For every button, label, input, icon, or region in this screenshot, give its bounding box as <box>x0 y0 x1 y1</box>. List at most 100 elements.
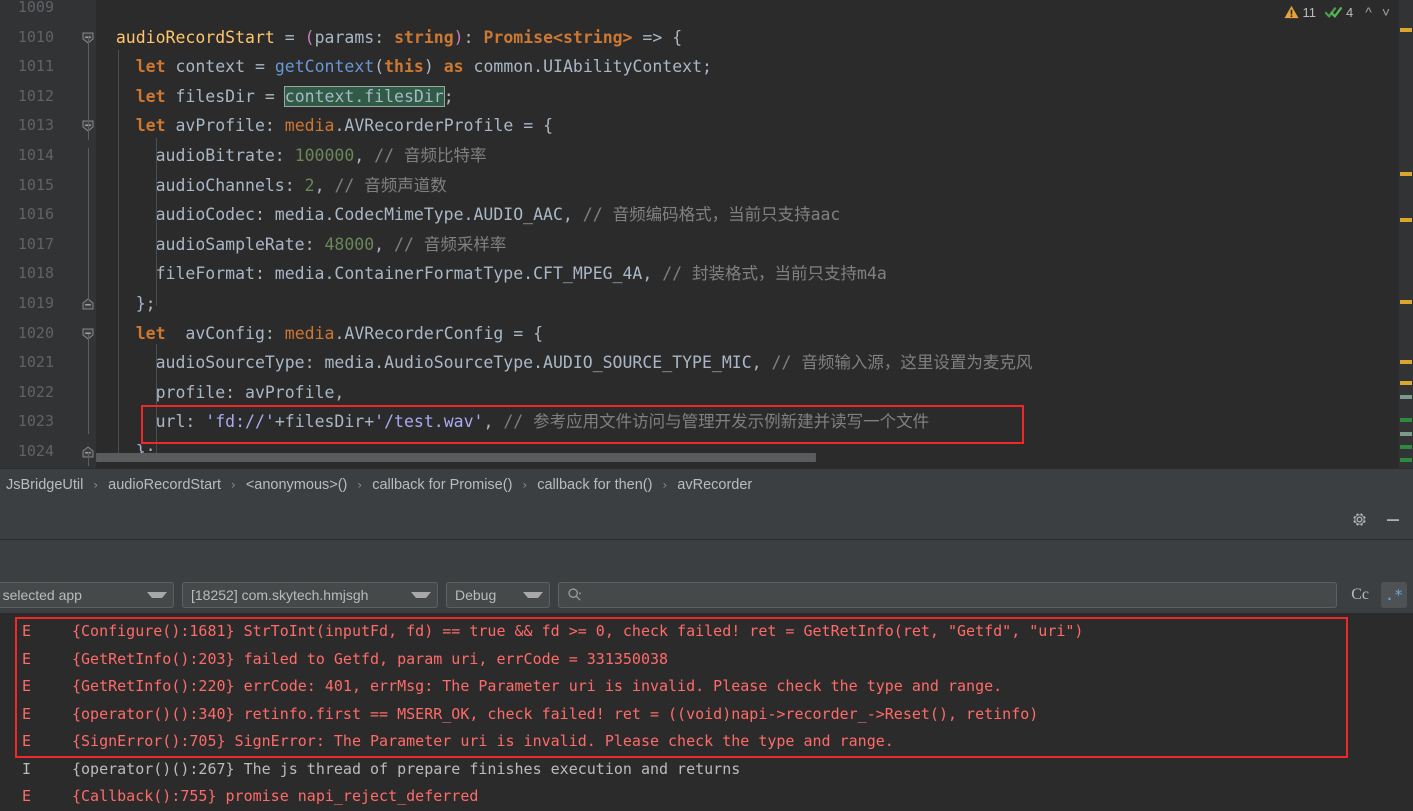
log-search-input[interactable] <box>587 586 1329 603</box>
code-token: let <box>135 86 166 106</box>
editor-marker[interactable] <box>1400 218 1412 222</box>
breadcrumb-separator: › <box>93 477 99 492</box>
app-filter-dropdown[interactable]: of selected app <box>0 581 174 608</box>
log-entry[interactable]: E {Configure():1681} StrToInt(inputFd, fd… <box>0 618 1083 646</box>
line-number: 1015 <box>17 175 54 194</box>
breadcrumb-item[interactable]: audioRecordStart <box>104 477 225 493</box>
code-line[interactable]: fileFormat: media.ContainerFormatType.CF… <box>96 259 887 289</box>
warning-triangle-icon <box>1283 5 1299 19</box>
line-number: 1024 <box>17 442 54 460</box>
breadcrumb-item[interactable]: <anonymous>() <box>242 477 352 493</box>
code-editor[interactable]: 1009 1010 1011 1012 1013 1014 1015 1016 1017 1018… <box>0 0 1413 468</box>
log-entry[interactable]: E {SignError():705} SignError: The Parame… <box>0 728 894 756</box>
editor-marker[interactable] <box>1400 300 1412 304</box>
log-level-value: Debug <box>455 586 497 603</box>
inspection-widget[interactable]: 11 4 ^ ˅ <box>1278 0 1400 24</box>
code-token: context = <box>165 57 275 77</box>
chevron-down-icon[interactable]: ˅ <box>1379 4 1393 20</box>
chevron-down-icon <box>147 591 167 598</box>
regex-button[interactable]: .* <box>1381 581 1407 608</box>
log-entry[interactable]: I {operator()():267} The js thread of pre… <box>0 756 740 784</box>
breadcrumb-item[interactable]: callback for Promise() <box>368 477 516 493</box>
chevron-down-icon <box>523 591 543 598</box>
code-line[interactable]: let context = getContext(this) as common… <box>96 52 712 82</box>
line-number: 1018 <box>17 264 54 283</box>
code-line[interactable]: audioRecordStart = (params: string): Pro… <box>96 23 682 53</box>
code-token: avConfig: <box>165 323 285 343</box>
indent-guide <box>118 50 119 454</box>
editor-marker[interactable] <box>1400 360 1412 364</box>
code-line[interactable]: audioCodec: media.CodecMimeType.AUDIO_AA… <box>96 200 841 230</box>
log-entry[interactable]: E {Callback():755} promise napi_reject_de… <box>0 783 478 811</box>
code-line[interactable]: audioChannels: 2, // 音频声道数 <box>96 171 447 201</box>
breadcrumb-item[interactable]: JsBridgeUtil <box>2 477 87 493</box>
code-line[interactable]: profile: avProfile, <box>96 378 345 408</box>
log-console[interactable]: E {Configure():1681} StrToInt(inputFd, fd… <box>0 613 1413 811</box>
code-line[interactable]: url: 'fd://'+filesDir+'/test.wav', // 参考… <box>96 407 930 437</box>
code-token: profile: avProfile, <box>96 382 345 402</box>
code-text-area[interactable]: audioRecordStart = (params: string): Pro… <box>96 0 1413 468</box>
log-search-box[interactable] <box>558 581 1338 608</box>
editor-marker[interactable] <box>1400 381 1412 385</box>
code-line[interactable]: audioSourceType: media.AudioSourceType.A… <box>96 348 1033 378</box>
log-entry[interactable]: E {GetRetInfo():203} failed to Getfd, par… <box>0 646 668 674</box>
code-token: .AVRecorderConfig = <box>334 323 534 343</box>
code-token: ) <box>423 57 434 77</box>
code-token: common.UIAbilityContext; <box>463 57 712 77</box>
editor-marker[interactable] <box>1400 445 1412 449</box>
editor-marker[interactable] <box>1400 395 1412 399</box>
breadcrumb-item[interactable]: callback for then() <box>533 477 656 493</box>
editor-marker-strip[interactable] <box>1399 0 1413 468</box>
code-line[interactable]: audioBitrate: 100000, // 音频比特率 <box>96 141 487 171</box>
code-line[interactable]: }; <box>96 289 156 319</box>
editor-marker[interactable] <box>1400 432 1412 436</box>
editor-hscrollbar[interactable] <box>96 453 1386 462</box>
log-message: {operator()():340} retinfo.first == MSER… <box>72 704 1039 723</box>
code-line[interactable]: let avConfig: media.AVRecorderConfig = { <box>96 319 543 349</box>
log-toolbar-spacer <box>0 540 1413 576</box>
log-level-dropdown[interactable]: Debug <box>446 581 550 608</box>
code-token: : <box>463 27 484 47</box>
fold-connector-line <box>87 36 89 140</box>
code-token: , <box>354 146 375 165</box>
breadcrumb-item[interactable]: avRecorder <box>673 477 756 493</box>
code-line[interactable]: let filesDir = context.filesDir; <box>96 82 454 112</box>
log-level-badge: I <box>22 759 32 778</box>
search-icon <box>567 587 582 602</box>
line-number: 1017 <box>17 234 54 253</box>
code-token: // 音频编码格式，当前只支持aac <box>582 205 841 225</box>
editor-marker[interactable] <box>1400 458 1412 462</box>
editor-marker[interactable] <box>1400 418 1412 422</box>
editor-marker[interactable] <box>1400 28 1412 32</box>
code-token: .AVRecorderProfile = <box>334 116 544 136</box>
editor-marker[interactable] <box>1400 172 1412 176</box>
line-number: 1023 <box>17 412 54 431</box>
log-entry[interactable]: E {GetRetInfo():220} errCode: 401, errMsg… <box>0 673 1002 701</box>
editor-gutter[interactable]: 1009 1010 1011 1012 1013 1014 1015 1016 1017 1018… <box>0 0 96 468</box>
code-token: +filesDir+ <box>274 412 375 432</box>
code-token: this <box>384 57 424 77</box>
code-token: let <box>135 116 166 136</box>
process-dropdown[interactable]: [18252] com.skytech.hmjsgh <box>182 581 438 608</box>
code-line[interactable]: audioSampleRate: 48000, // 音频采样率 <box>96 230 507 260</box>
minimize-icon[interactable] <box>1381 508 1405 532</box>
code-line[interactable]: }; <box>96 437 156 467</box>
chevron-down-icon <box>411 591 431 598</box>
code-token: 48000 <box>324 234 375 254</box>
log-entry[interactable]: E {operator()():340} retinfo.first == MSE… <box>0 701 1038 729</box>
breadcrumb[interactable]: JsBridgeUtil › audioRecordStart › <anonymous… <box>0 468 1413 500</box>
log-message: {operator()():267} The js thread of prep… <box>72 759 741 778</box>
log-level-badge: E <box>22 704 32 723</box>
code-line[interactable]: let avProfile: media.AVRecorderProfile =… <box>96 111 553 141</box>
ok-count: 4 <box>1346 4 1354 20</box>
gear-icon[interactable] <box>1347 508 1371 532</box>
match-case-button[interactable]: Cc <box>1347 586 1373 604</box>
code-token: // 音频输入源，这里设置为麦克风 <box>771 353 1033 373</box>
editor-hscrollbar-thumb[interactable] <box>96 453 816 462</box>
code-token: filesDir = <box>165 86 285 106</box>
chevron-up-icon[interactable]: ^ <box>1362 4 1375 20</box>
code-token: // 参考应用文件访问与管理开发示例新建并读写一个文件 <box>503 412 930 432</box>
code-token: context.filesDir <box>283 85 445 107</box>
code-token: ) <box>453 27 464 47</box>
